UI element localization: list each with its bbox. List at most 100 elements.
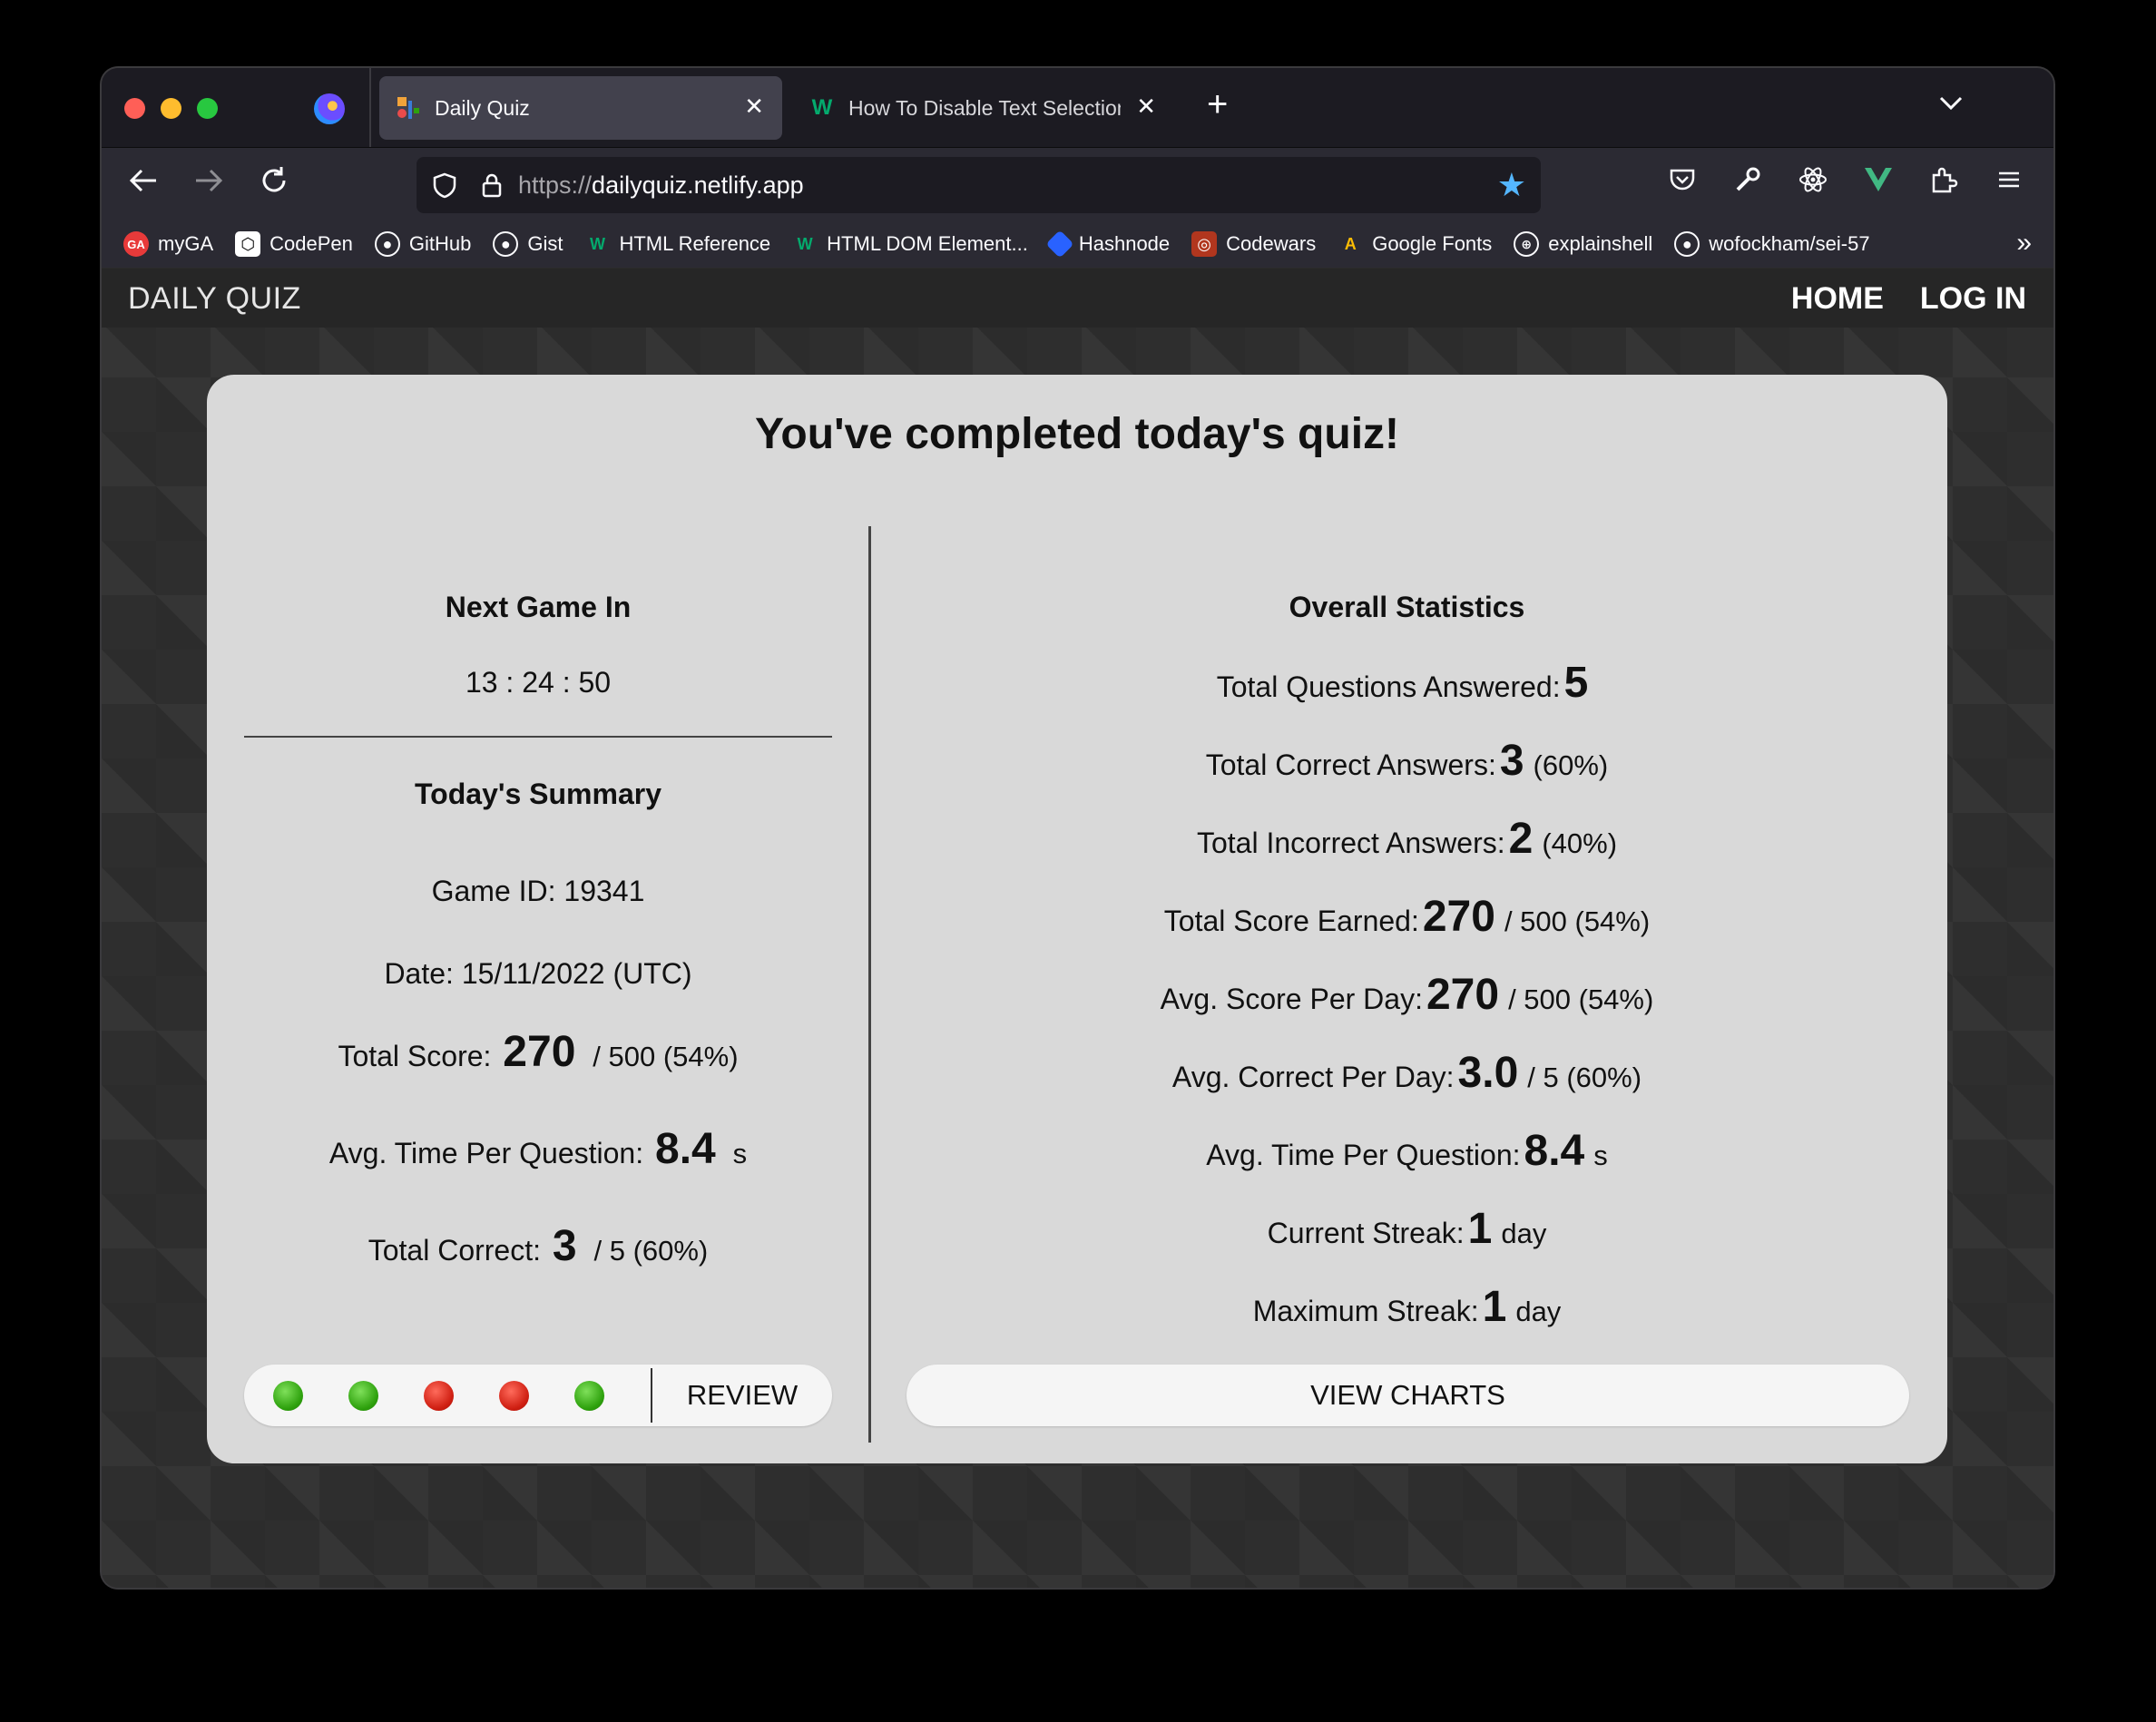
stat-suffix: (40%)	[1542, 827, 1618, 859]
bookmark-google-fonts[interactable]: A Google Fonts	[1338, 231, 1493, 257]
stat-label: Current Streak:	[1267, 1217, 1465, 1249]
stat-suffix: / 500 (54%)	[593, 1041, 739, 1072]
stat-row: Total Correct Answers:3 (60%)	[906, 722, 1908, 800]
minimize-window-button[interactable]	[161, 98, 181, 119]
tab-title: How To Disable Text Selection in	[848, 95, 1121, 120]
bookmark-wofockham-sei-57[interactable]: ● wofockham/sei-57	[1674, 231, 1870, 257]
bookmark-label: Gist	[527, 232, 564, 255]
github-icon: ●	[1674, 231, 1700, 257]
bookmark-codepen[interactable]: ⬡ CodePen	[235, 231, 353, 257]
avg-time-row: Avg. Time Per Question: 8.4 s	[244, 1124, 832, 1174]
result-incorrect-icon	[499, 1381, 529, 1411]
vue-devtools-icon[interactable]	[1861, 164, 1896, 199]
page-content: DAILY QUIZ HOME LOG IN You've completed …	[102, 269, 2053, 1588]
overall-statistics-title: Overall Statistics	[1289, 591, 1525, 623]
stat-row: Avg. Score Per Day:270/ 500 (54%)	[906, 956, 1908, 1034]
new-tab-button[interactable]: +	[1207, 86, 1228, 122]
stat-label: Avg. Correct Per Day:	[1171, 1061, 1455, 1093]
game-id: Game ID: 19341	[431, 875, 645, 907]
stat-label: Total Correct Answers:	[1205, 748, 1496, 781]
view-charts-button[interactable]: VIEW CHARTS	[906, 1365, 1909, 1426]
tab-title: Daily Quiz	[435, 95, 530, 120]
lock-icon[interactable]	[478, 171, 505, 199]
tab-daily-quiz[interactable]: Daily Quiz ✕	[379, 76, 782, 140]
total-correct-row: Total Correct: 3 / 5 (60%)	[244, 1221, 832, 1271]
review-button[interactable]: REVIEW	[652, 1365, 832, 1426]
stat-suffix: / 5 (60%)	[1527, 1062, 1642, 1093]
close-tab-icon[interactable]: ✕	[1136, 93, 1156, 121]
globe-icon: ⊕	[1514, 231, 1540, 257]
stat-value: 3.0	[1457, 1049, 1519, 1097]
bookmark-gist[interactable]: ● Gist	[493, 231, 563, 257]
firefox-view-icon[interactable]	[314, 93, 345, 124]
nav-home-link[interactable]: HOME	[1791, 281, 1884, 317]
bookmark-label: Codewars	[1226, 232, 1317, 255]
stat-label: Total Score:	[338, 1040, 492, 1072]
maximize-window-button[interactable]	[197, 98, 218, 119]
url-host: dailyquiz.netlify.app	[592, 171, 804, 199]
stat-value: 270	[1422, 893, 1495, 941]
w3-icon: W	[797, 234, 813, 253]
nav-login-link[interactable]: LOG IN	[1920, 281, 2026, 317]
wrench-icon[interactable]	[1730, 164, 1765, 199]
stat-row: Maximum Streak:1 day	[906, 1268, 1908, 1346]
list-all-tabs-chevron-icon[interactable]	[1939, 88, 1963, 117]
stat-row: Avg. Correct Per Day:3.0 / 5 (60%)	[906, 1034, 1908, 1112]
bookmarks-toolbar: GA myGA ⬡ CodePen ● GitHub ● Gist W HTML…	[102, 220, 2053, 268]
hamburger-menu-icon[interactable]	[1992, 164, 2026, 199]
stat-suffix: s	[1593, 1140, 1608, 1171]
right-column: Overall Statistics Total Questions Answe…	[906, 565, 1908, 1346]
left-column: Next Game In 13 : 24 : 50 Today's Summar…	[244, 565, 832, 1271]
more-bookmarks-chevron-icon[interactable]: »	[2016, 228, 2032, 259]
result-incorrect-icon	[424, 1381, 454, 1411]
hashnode-icon	[1045, 230, 1074, 259]
close-window-button[interactable]	[124, 98, 145, 119]
url-text: https://dailyquiz.netlify.app	[518, 171, 804, 200]
stat-label: Total Score Earned:	[1163, 905, 1419, 937]
result-correct-icon	[574, 1381, 604, 1411]
answer-results	[273, 1381, 604, 1411]
game-date: Date: 15/11/2022 (UTC)	[384, 957, 692, 990]
forward-arrow-icon[interactable]	[192, 164, 225, 204]
stat-value: 8.4	[655, 1125, 716, 1173]
todays-summary-title: Today's Summary	[415, 778, 662, 810]
bookmark-label: CodePen	[270, 232, 353, 255]
result-correct-icon	[273, 1381, 303, 1411]
url-scheme: https://	[518, 171, 593, 199]
bookmark-explainshell[interactable]: ⊕ explainshell	[1514, 231, 1652, 257]
stat-suffix: (60%)	[1533, 749, 1609, 781]
tab-disable-text-selection[interactable]: W How To Disable Text Selection in ✕	[793, 76, 1174, 140]
stat-label: Total Questions Answered:	[1216, 670, 1561, 703]
extensions-puzzle-icon[interactable]	[1926, 164, 1961, 199]
bookmark-myga[interactable]: GA myGA	[123, 231, 213, 257]
close-tab-icon[interactable]: ✕	[744, 93, 764, 121]
bookmark-html-reference[interactable]: W HTML Reference	[584, 231, 770, 257]
site-brand[interactable]: DAILY QUIZ	[128, 281, 301, 317]
bookmark-label: HTML Reference	[619, 232, 771, 255]
stat-value: 8.4	[1524, 1127, 1585, 1175]
browser-window: Daily Quiz ✕ W How To Disable Text Selec…	[102, 68, 2053, 1588]
react-devtools-icon[interactable]	[1796, 164, 1830, 199]
tracking-protection-shield-icon[interactable]	[431, 171, 458, 199]
tab-separator	[369, 68, 371, 147]
address-bar[interactable]: https://dailyquiz.netlify.app ★	[416, 157, 1541, 213]
tab-strip: Daily Quiz ✕ W How To Disable Text Selec…	[102, 68, 2053, 148]
bookmark-html-dom-element[interactable]: W HTML DOM Element...	[792, 231, 1028, 257]
stat-value: 1	[1467, 1205, 1493, 1253]
bookmark-label: explainshell	[1548, 232, 1653, 255]
back-arrow-icon[interactable]	[127, 164, 160, 204]
bookmark-github[interactable]: ● GitHub	[374, 231, 471, 257]
total-score-row: Total Score: 270 / 500 (54%)	[244, 1027, 832, 1077]
toolbar-icons	[1665, 164, 2026, 199]
stat-value: 2	[1508, 815, 1534, 863]
stat-row: Total Score Earned:270 / 500 (54%)	[906, 878, 1908, 956]
quiz-favicon-icon	[395, 94, 422, 122]
bookmark-star-icon[interactable]: ★	[1497, 168, 1526, 202]
reload-icon[interactable]	[258, 164, 290, 204]
bookmark-hashnode[interactable]: Hashnode	[1045, 230, 1170, 259]
results-card: You've completed today's quiz! Next Game…	[207, 375, 1947, 1463]
ga-icon: GA	[123, 231, 149, 257]
pocket-icon[interactable]	[1665, 164, 1700, 199]
stat-row: Current Streak:1 day	[906, 1190, 1908, 1268]
bookmark-codewars[interactable]: ◎ Codewars	[1191, 231, 1316, 257]
